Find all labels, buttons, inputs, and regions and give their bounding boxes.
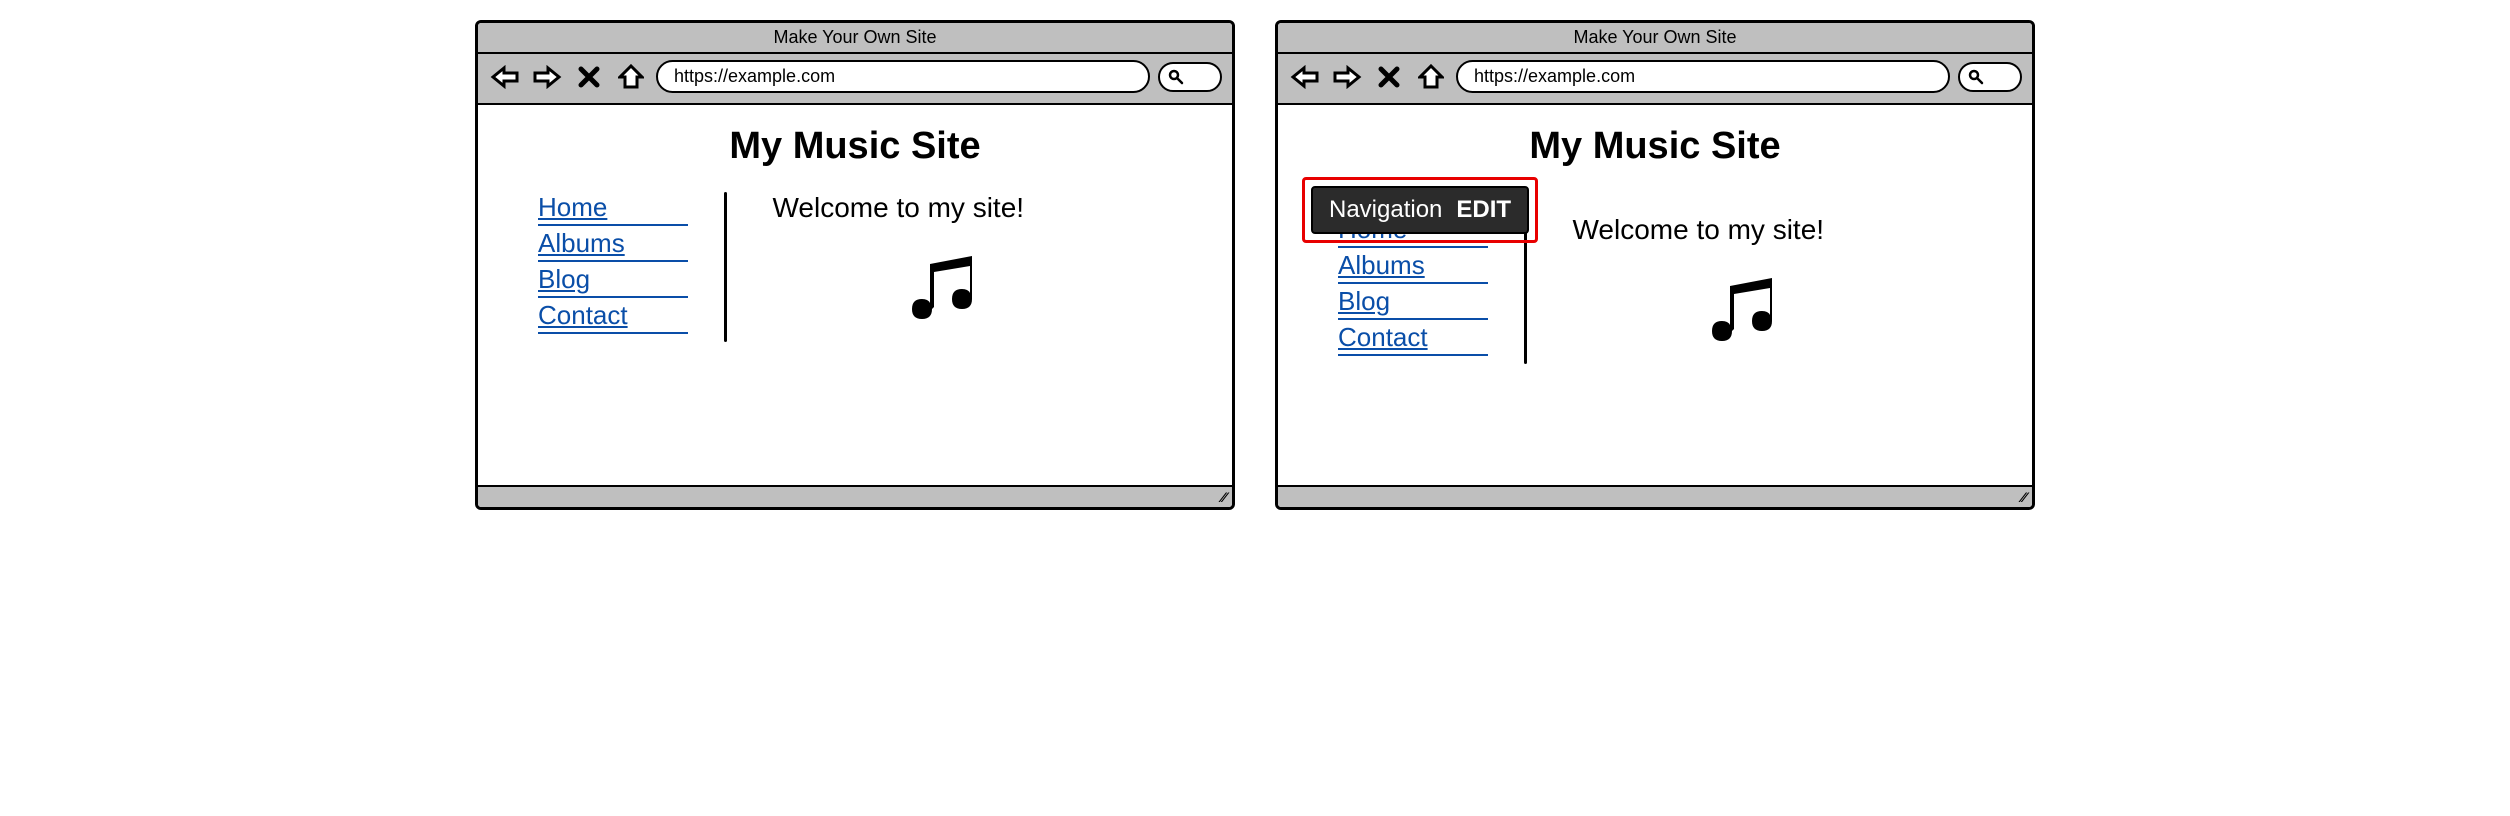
main-content: Welcome to my site! [1563,214,2013,364]
back-arrow-icon[interactable] [488,62,522,92]
nav-item-blog[interactable]: Blog [538,264,688,298]
page-viewport: My Music Site Home Albums Blog Contact W… [478,105,1232,485]
resize-grip-icon[interactable]: ⁄⁄ [2021,489,2026,505]
page-heading: My Music Site [498,125,1212,168]
stop-icon[interactable] [572,62,606,92]
edit-button[interactable]: EDIT [1456,196,1511,224]
home-icon[interactable] [1414,62,1448,92]
home-icon[interactable] [614,62,648,92]
search-button[interactable] [1158,62,1222,92]
magnifier-icon [1968,69,1984,85]
resize-grip-icon[interactable]: ⁄⁄ [1221,489,1226,505]
nav-item-albums[interactable]: Albums [1338,250,1488,284]
browser-toolbar [1278,54,2032,105]
nav-item-home[interactable]: Home [538,192,688,226]
nav-menu: Home Albums Blog Contact [538,192,688,342]
nav-item-contact[interactable]: Contact [1338,322,1488,356]
edit-overlay: Navigation EDIT [1302,177,1538,243]
url-input[interactable] [1456,60,1950,93]
browser-toolbar [478,54,1232,105]
highlight-box: Navigation EDIT [1302,177,1538,243]
window-title: Make Your Own Site [478,23,1232,54]
welcome-text: Welcome to my site! [1563,214,2013,246]
status-bar: ⁄⁄ [1278,485,2032,507]
magnifier-icon [1168,69,1184,85]
status-bar: ⁄⁄ [478,485,1232,507]
welcome-text: Welcome to my site! [763,192,1213,224]
nav-item-contact[interactable]: Contact [538,300,688,334]
edit-toolbar[interactable]: Navigation EDIT [1311,186,1529,234]
widget-name-label: Navigation [1329,196,1442,224]
forward-arrow-icon[interactable] [1330,62,1364,92]
page-viewport: My Music Site Navigation EDIT Home Album… [1278,105,2032,485]
browser-window-left: Make Your Own Site My Music Site Home Al… [475,20,1235,510]
stop-icon[interactable] [1372,62,1406,92]
main-content: Welcome to my site! [763,192,1213,342]
music-note-icon [763,244,1213,334]
page-heading: My Music Site [1298,125,2012,168]
url-input[interactable] [656,60,1150,93]
vertical-divider [724,192,727,342]
nav-item-blog[interactable]: Blog [1338,286,1488,320]
music-note-icon [1563,266,2013,356]
browser-window-right: Make Your Own Site My Music Site Navigat… [1275,20,2035,510]
forward-arrow-icon[interactable] [530,62,564,92]
nav-item-albums[interactable]: Albums [538,228,688,262]
search-button[interactable] [1958,62,2022,92]
back-arrow-icon[interactable] [1288,62,1322,92]
window-title: Make Your Own Site [1278,23,2032,54]
